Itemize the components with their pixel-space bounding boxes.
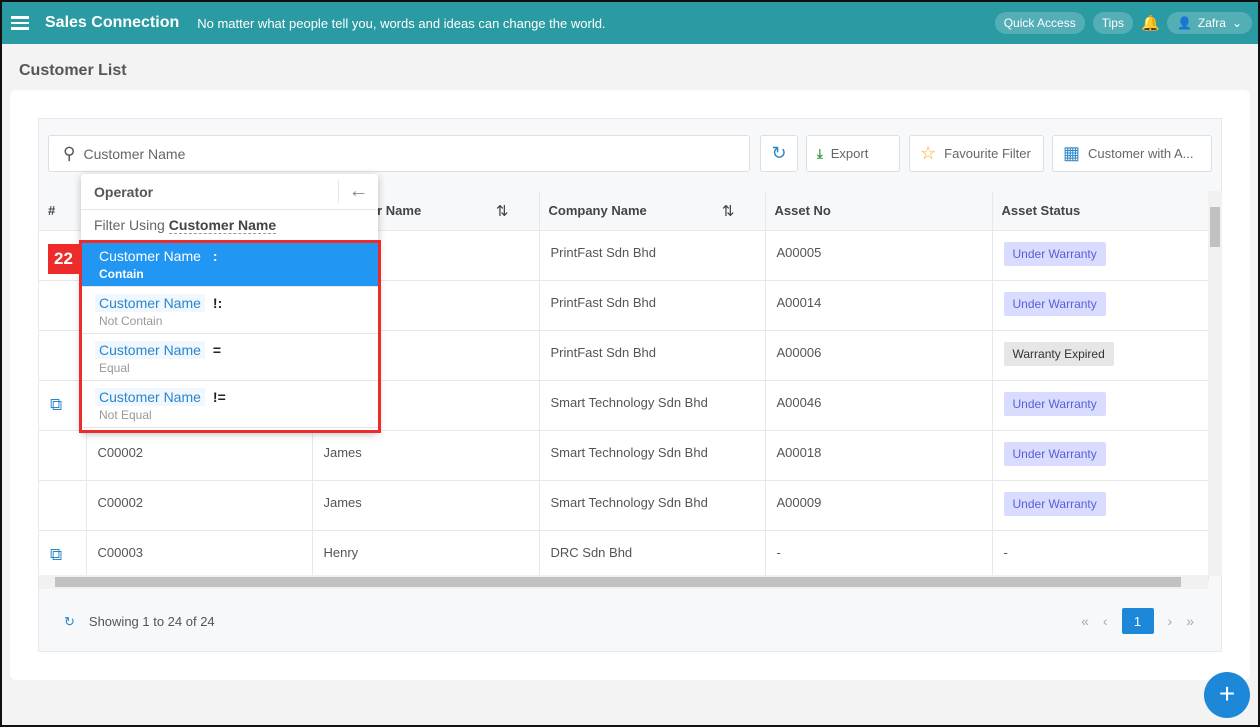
popup-title: Operator — [94, 183, 154, 200]
favourite-label: Favourite Filter — [944, 146, 1031, 161]
asset-status-cell: Under Warranty — [992, 480, 1209, 531]
motto: No matter what people tell you, words an… — [197, 15, 606, 31]
column-header: Asset No — [765, 191, 993, 231]
asset-status-cell: Under Warranty — [992, 430, 1209, 481]
open-external-icon[interactable]: ⧉ — [50, 545, 62, 564]
download-icon: ⤓ — [817, 145, 823, 161]
columns-icon: ▦ — [1063, 143, 1081, 163]
customer-name: Henry — [312, 530, 540, 581]
horizontal-scrollbar[interactable] — [39, 575, 1208, 589]
company-name: Smart Technology Sdn Bhd — [539, 430, 766, 481]
column-header-label: Asset No — [774, 202, 831, 218]
export-label: Export — [830, 146, 869, 161]
column-view-button[interactable]: ▦ Customer with A... — [1052, 135, 1212, 172]
asset-no: A00009 — [765, 480, 993, 531]
user-name: Zafra — [1197, 16, 1226, 30]
app-title: Sales Connection — [45, 14, 180, 31]
status-badge: Warranty Expired — [1003, 341, 1114, 366]
filter-field: Customer Name — [168, 216, 277, 234]
customer-name: James — [312, 430, 540, 481]
asset-no: A00046 — [765, 380, 993, 431]
company-name: PrintFast Sdn Bhd — [539, 330, 766, 381]
asset-status-cell: - — [992, 530, 1209, 581]
status-badge: Under Warranty — [1003, 441, 1106, 466]
row-action-cell — [39, 480, 87, 531]
asset-status-cell: Warranty Expired — [992, 330, 1209, 381]
asset-no: - — [765, 530, 993, 581]
customer-id: C00003 — [86, 530, 313, 581]
showing-count: Showing 1 to 24 of 24 — [88, 614, 215, 629]
asset-status-cell: Under Warranty — [992, 280, 1209, 331]
customer-id: C00002 — [86, 480, 313, 531]
top-bar: Sales Connection No matter what people t… — [2, 2, 1258, 44]
asset-no: A00014 — [765, 280, 993, 331]
bell-icon[interactable]: 🔔 — [1141, 14, 1160, 32]
user-menu[interactable]: 👤 Zafra ⌄ — [1166, 12, 1252, 34]
search-placeholder: Customer Name — [83, 145, 186, 162]
pagination: « ‹ 1 › » — [1081, 608, 1194, 634]
vertical-scrollbar[interactable] — [1208, 191, 1222, 576]
add-button[interactable]: + — [1204, 672, 1250, 718]
table-row[interactable]: C00002 James Smart Technology Sdn Bhd A0000… — [39, 480, 1209, 531]
status-badge: - — [1003, 544, 1008, 560]
page-title: Customer List — [19, 62, 127, 79]
sort-icon[interactable]: ⇅ — [496, 202, 509, 220]
menu-icon[interactable] — [11, 16, 29, 30]
company-name: Smart Technology Sdn Bhd — [539, 480, 766, 531]
asset-no: A00018 — [765, 430, 993, 481]
user-icon: 👤 — [1176, 16, 1192, 30]
table-row[interactable]: ⧉ C00003 Henry DRC Sdn Bhd - - — [39, 530, 1209, 581]
tips-button[interactable]: Tips — [1092, 12, 1133, 34]
export-button[interactable]: ⤓ Export — [806, 135, 900, 172]
column-header-label: # — [48, 202, 56, 218]
status-badge: Under Warranty — [1003, 291, 1106, 316]
asset-no: A00005 — [765, 230, 993, 281]
table-row[interactable]: C00002 James Smart Technology Sdn Bhd A0001… — [39, 430, 1209, 481]
asset-status-cell: Under Warranty — [992, 230, 1209, 281]
company-name: PrintFast Sdn Bhd — [539, 280, 766, 331]
favourite-filter-button[interactable]: ☆ Favourite Filter — [909, 135, 1044, 172]
column-view-label: Customer with A... — [1088, 146, 1194, 161]
back-arrow-icon[interactable]: ← — [338, 180, 378, 203]
filter-using-label: Filter Using — [94, 217, 165, 233]
plus-icon: + — [1218, 678, 1236, 709]
company-name: DRC Sdn Bhd — [539, 530, 766, 581]
search-icon: ⚲ — [63, 143, 76, 163]
column-header-label: Company Name — [548, 202, 647, 218]
customer-id: C00002 — [86, 430, 313, 481]
first-page-button[interactable]: « — [1081, 613, 1089, 629]
column-header: Asset Status — [992, 191, 1209, 231]
star-icon: ☆ — [920, 143, 937, 163]
row-action-cell: ⧉ — [39, 530, 87, 581]
annotation-label: 22 — [48, 244, 79, 274]
refresh-button[interactable]: ↻ — [760, 135, 798, 172]
search-input[interactable]: ⚲ Customer Name — [48, 135, 750, 172]
highlight-box — [79, 240, 381, 433]
company-name: Smart Technology Sdn Bhd — [539, 380, 766, 431]
sort-icon[interactable]: ⇅ — [722, 202, 735, 220]
prev-page-button[interactable]: ‹ — [1103, 613, 1108, 629]
row-action-cell — [39, 430, 87, 481]
column-header-label: Asset Status — [1001, 202, 1081, 218]
column-header: # — [39, 191, 87, 231]
asset-no: A00006 — [765, 330, 993, 381]
refresh-icon[interactable]: ↻ — [64, 614, 75, 630]
open-external-icon[interactable]: ⧉ — [50, 395, 62, 414]
asset-status-cell: Under Warranty — [992, 380, 1209, 431]
column-header[interactable]: Company Name ⇅ — [539, 191, 766, 231]
refresh-icon: ↻ — [771, 143, 787, 163]
next-page-button[interactable]: › — [1168, 613, 1173, 629]
customer-name: James — [312, 480, 540, 531]
company-name: PrintFast Sdn Bhd — [539, 230, 766, 281]
page-1-button[interactable]: 1 — [1121, 608, 1154, 634]
chevron-down-icon: ⌄ — [1231, 16, 1242, 30]
last-page-button[interactable]: » — [1186, 613, 1194, 629]
status-badge: Under Warranty — [1003, 391, 1106, 416]
status-badge: Under Warranty — [1003, 241, 1106, 266]
status-badge: Under Warranty — [1003, 491, 1106, 516]
quick-access-button[interactable]: Quick Access — [994, 12, 1085, 34]
